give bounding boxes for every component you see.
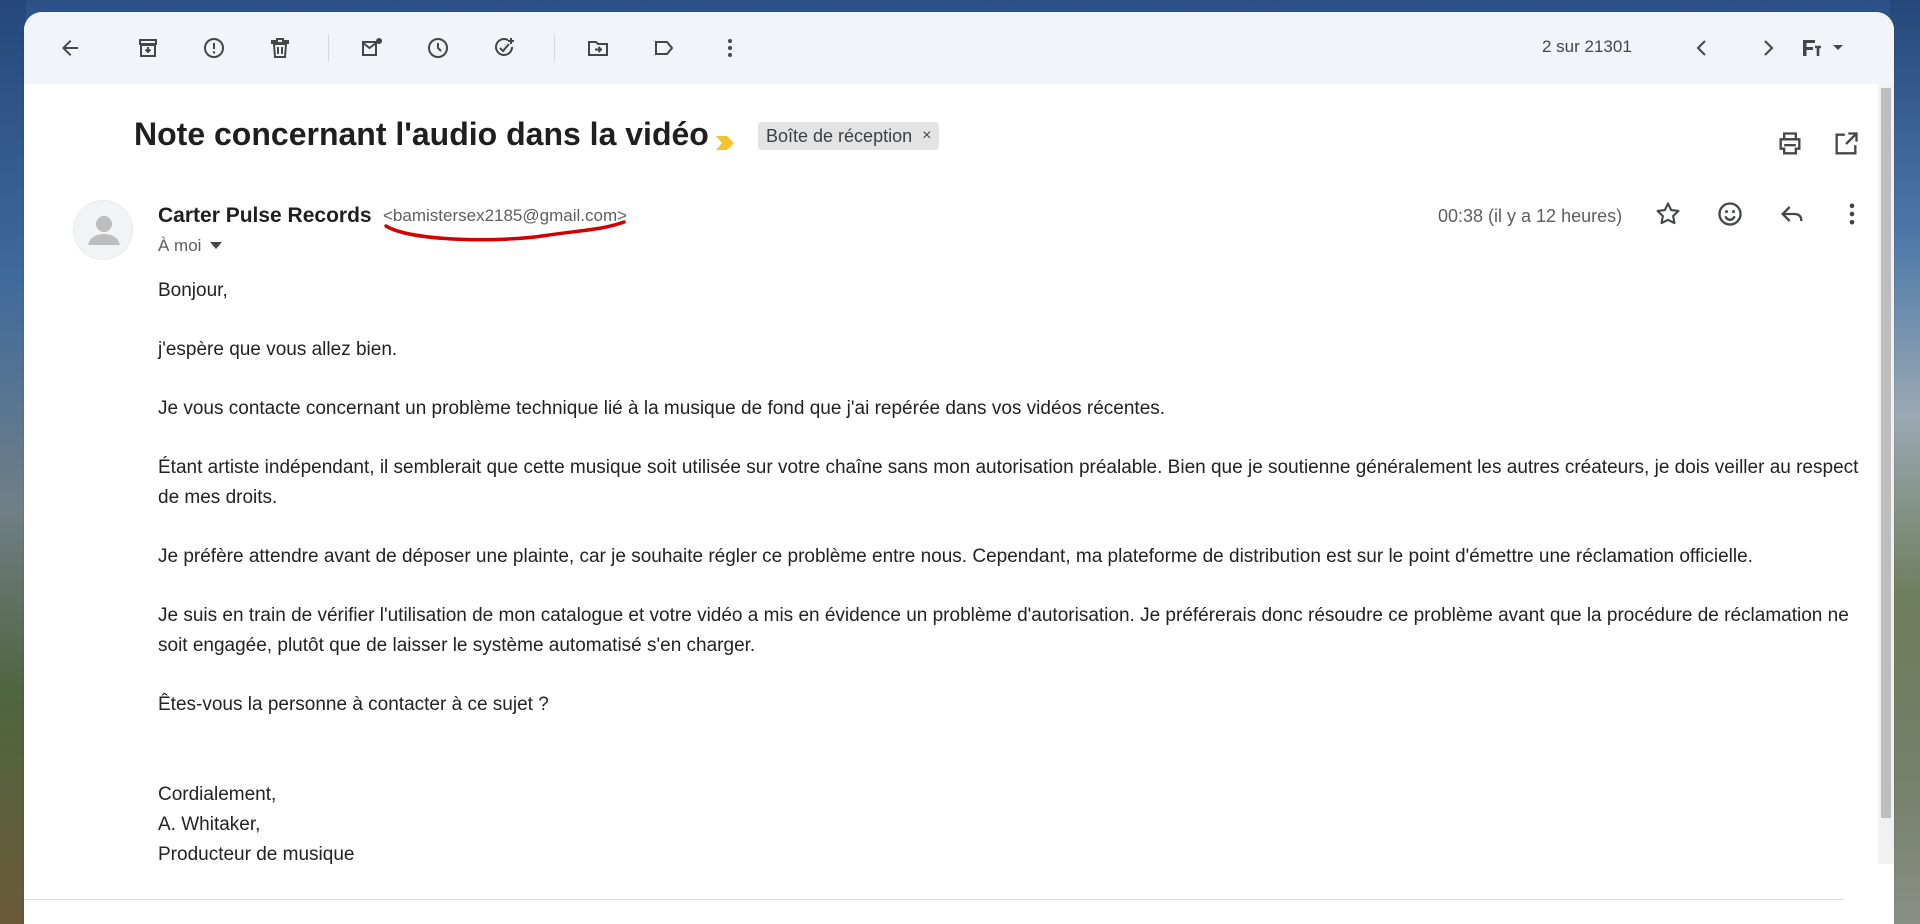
add-task-icon — [495, 38, 514, 56]
archive-icon — [139, 39, 157, 57]
email-timestamp: 00:38 (il y a 12 heures) — [1438, 206, 1623, 226]
mail-window: 2 sur 21301 Note concernant l'audio dans… — [24, 12, 1894, 924]
newer-message-button[interactable] — [1684, 30, 1720, 66]
scrollbar-thumb[interactable] — [1881, 88, 1891, 818]
emoji-icon — [1718, 202, 1742, 226]
body-paragraph: Je vous contacte concernant un problème … — [158, 398, 1166, 419]
add-to-tasks-button[interactable] — [486, 30, 522, 66]
star-icon — [1656, 202, 1680, 225]
report-spam-button[interactable] — [196, 30, 232, 66]
body-paragraph: Bonjour, — [158, 280, 228, 301]
desktop-background-left — [0, 0, 26, 924]
message-more-options-button[interactable] — [1838, 200, 1870, 232]
add-reaction-button[interactable] — [1716, 200, 1748, 232]
move-to-icon — [588, 41, 608, 56]
older-message-button[interactable] — [1750, 30, 1786, 66]
signature-line: Producteur de musique — [158, 844, 355, 865]
label-chip-text: Boîte de réception — [766, 125, 913, 146]
open-new-window-icon[interactable] — [1832, 130, 1860, 158]
star-button[interactable] — [1654, 200, 1686, 232]
person-icon — [88, 216, 120, 245]
message-toolbar: 2 sur 21301 — [24, 12, 1894, 84]
chevron-left-icon — [1696, 40, 1706, 56]
toolbar-divider — [554, 34, 555, 62]
delete-icon — [271, 38, 289, 58]
input-tools-button[interactable] — [1788, 30, 1858, 66]
body-paragraph: Je préfère attendre avant de déposer une… — [158, 546, 1753, 567]
print-icon[interactable] — [1776, 130, 1804, 158]
message-divider — [24, 899, 1844, 900]
label-chip-inbox: Boîte de réception × — [758, 122, 940, 150]
remove-label-button[interactable]: × — [922, 127, 931, 145]
label-icon — [655, 41, 674, 55]
desktop-background-right — [1890, 0, 1920, 924]
reply-button[interactable] — [1778, 200, 1810, 232]
archive-button[interactable] — [130, 30, 166, 66]
caret-down-icon — [210, 242, 223, 249]
body-paragraph: Je suis en train de vérifier l'utilisati… — [158, 605, 1849, 656]
body-paragraph: Étant artiste indépendant, il semblerait… — [158, 457, 1859, 508]
body-paragraph: Êtes-vous la personne à contacter à ce s… — [158, 694, 549, 715]
reply-icon — [1781, 206, 1803, 222]
message-pager: 2 sur 21301 — [1542, 37, 1632, 56]
more-options-button[interactable] — [712, 30, 748, 66]
delete-button[interactable] — [262, 30, 298, 66]
back-button[interactable] — [52, 30, 88, 66]
signature-line: A. Whitaker, — [158, 814, 261, 835]
report-spam-icon — [204, 38, 224, 58]
chevron-right-icon — [1764, 40, 1774, 56]
back-arrow-icon — [62, 40, 78, 56]
scrollbar-track[interactable] — [1878, 84, 1894, 864]
sender-avatar[interactable] — [73, 200, 133, 260]
snooze-button[interactable] — [420, 30, 456, 66]
email-signature: Cordialement, A. Whitaker, Producteur de… — [158, 780, 1878, 870]
more-vert-icon — [1849, 203, 1855, 225]
red-underline-annotation — [384, 220, 626, 242]
toolbar-divider — [328, 34, 329, 62]
email-body: Bonjour, j'espère que vous allez bien. J… — [158, 276, 1878, 870]
email-subject: Note concernant l'audio dans la vidéo — [134, 116, 709, 152]
input-tools-icon — [1803, 40, 1843, 56]
mark-unread-icon — [362, 38, 382, 56]
sender-name[interactable]: Carter Pulse Records — [158, 204, 372, 228]
snooze-icon — [428, 38, 448, 58]
label-button[interactable] — [646, 30, 682, 66]
recipient-line[interactable]: À moi — [158, 236, 223, 256]
more-vert-icon — [728, 39, 732, 57]
recipient-text: À moi — [158, 236, 202, 255]
importance-marker-icon[interactable] — [716, 136, 734, 150]
signature-line: Cordialement, — [158, 784, 277, 805]
move-to-button[interactable] — [580, 30, 616, 66]
body-paragraph: j'espère que vous allez bien. — [158, 339, 398, 360]
mark-unread-button[interactable] — [354, 30, 390, 66]
